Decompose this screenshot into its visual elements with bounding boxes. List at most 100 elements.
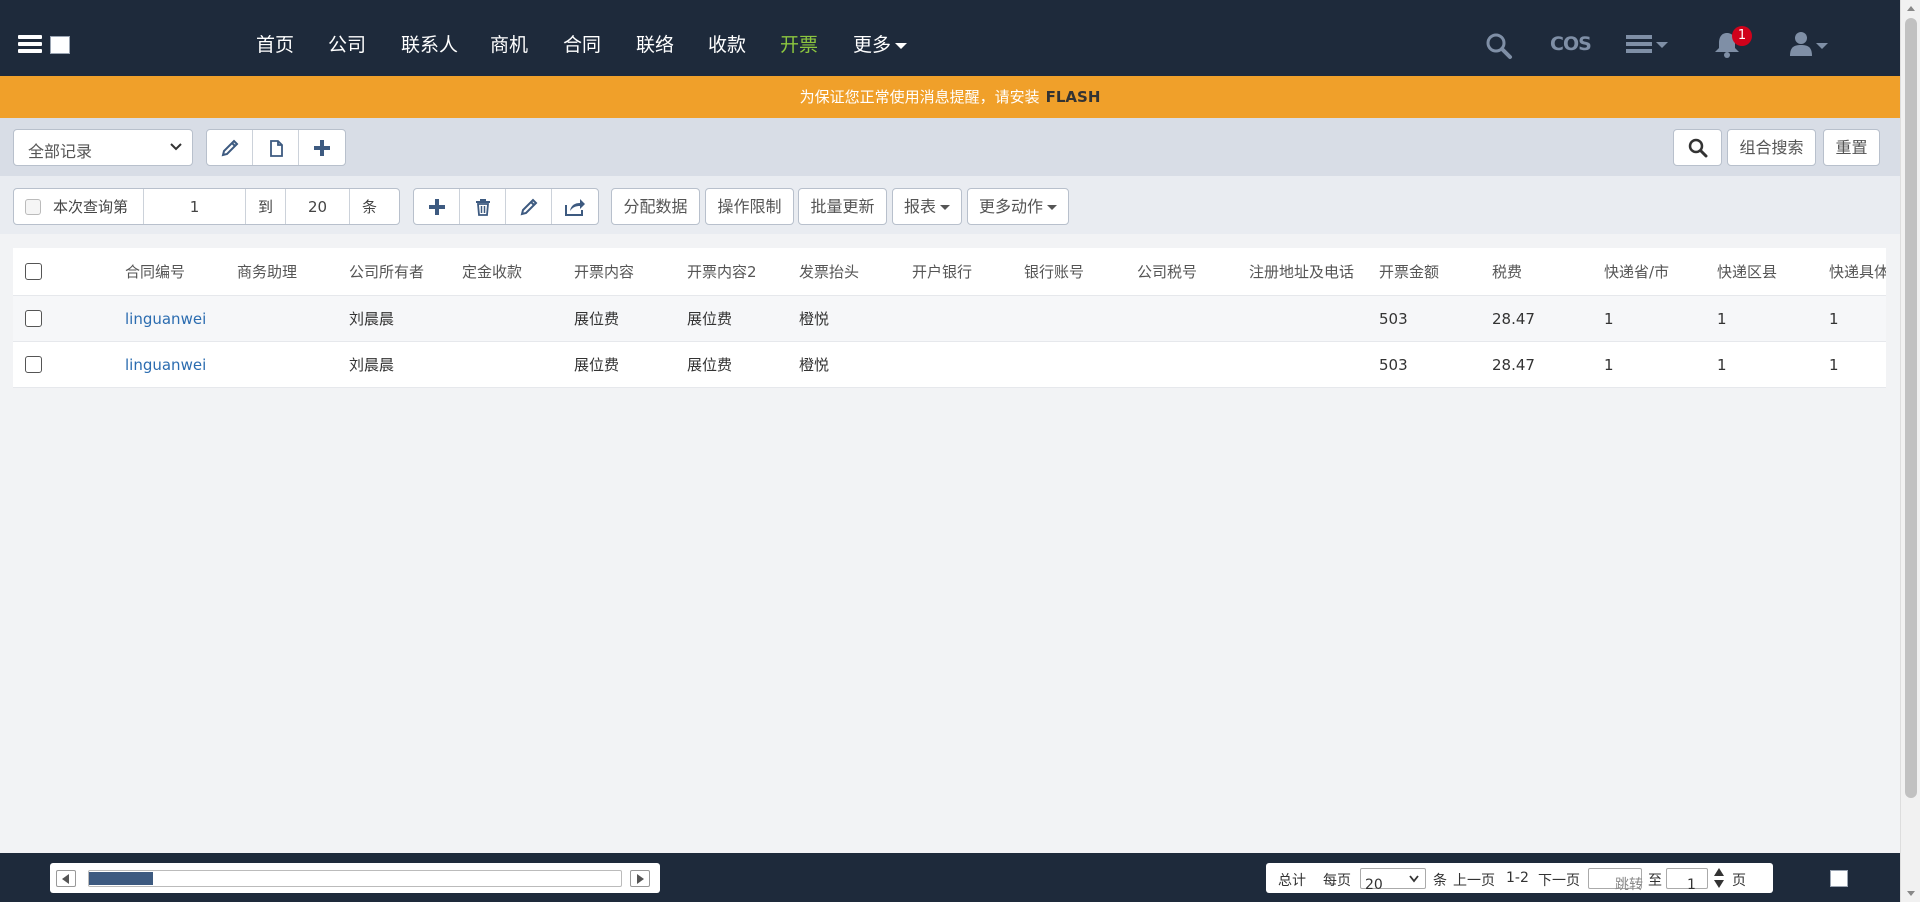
cos-button[interactable]: COS [1550,33,1592,55]
nav-home[interactable]: 首页 [256,30,294,57]
logo-image[interactable] [50,36,70,54]
row-checkbox[interactable] [25,310,42,327]
table-row[interactable]: linguanwei 刘晨晨 展位费 展位费 橙悦 503 28.47 1 1 … [13,342,1886,388]
share-icon [565,198,585,216]
flash-link[interactable]: FLASH [1046,88,1101,106]
row-checkbox-cell [25,342,42,387]
batch-update-button[interactable]: 批量更新 [798,188,887,225]
vertical-scroll-thumb[interactable] [1905,18,1917,798]
col-header[interactable]: 银行账号 [1024,248,1132,295]
col-header[interactable]: 快递省/市 [1604,248,1712,295]
nav-company[interactable]: 公司 [328,30,366,57]
list-menu-icon[interactable] [1626,34,1672,54]
more-actions-dropdown[interactable]: 更多动作 [967,188,1069,225]
per-page-value: 20 [1365,877,1383,893]
table-row[interactable]: linguanwei 刘晨晨 展位费 展位费 橙悦 503 28.47 1 1 … [13,296,1886,342]
scroll-right-button[interactable] [630,870,650,887]
contract-no-link[interactable]: linguanwei [125,296,233,341]
col-header[interactable]: 开票内容2 [687,248,795,295]
reset-button[interactable]: 重置 [1823,129,1880,166]
nav-opportunity[interactable]: 商机 [490,30,528,57]
arrow-right-icon [637,873,644,884]
nav-contacts[interactable]: 联系人 [401,30,458,57]
view-select[interactable]: 全部记录 [13,129,193,166]
select-all-checkbox[interactable] [25,263,42,280]
chevron-down-icon [940,205,950,210]
edit-record-button[interactable] [506,189,552,224]
table-cell: 1 [1829,355,1839,374]
operation-limit-button[interactable]: 操作限制 [705,188,794,225]
page-number-input[interactable]: 1 [1666,868,1708,893]
scroll-left-button[interactable] [56,870,76,887]
scroll-thumb[interactable] [89,872,153,885]
search-icon[interactable] [1485,32,1513,60]
table-header: 合同编号 商务助理 公司所有者 定金收款 开票内容 开票内容2 发票抬头 开户银… [13,248,1886,296]
scroll-up-icon[interactable] [1901,2,1920,16]
delete-record-button[interactable] [460,189,506,224]
row-checkbox[interactable] [25,356,42,373]
query-to-label: 到 [246,189,286,224]
combined-search-button[interactable]: 组合搜索 [1727,129,1816,166]
prev-page-link[interactable]: 上一页 [1453,870,1495,890]
user-menu-icon[interactable] [1790,31,1834,57]
nav-more-label: 更多 [853,34,892,56]
nav-contact-log[interactable]: 联络 [636,30,674,57]
scroll-track[interactable] [88,870,622,887]
query-range-label-cell: 本次查询第 [14,189,144,224]
query-checkbox[interactable] [25,198,41,215]
copy-view-button[interactable] [253,130,299,165]
col-header[interactable]: 注册地址及电话 [1249,248,1373,295]
footer-bar: 总计 每页 20 条 上一页 1-2 下一页 跳转 至 1 页 [0,853,1900,902]
row-checkbox-cell [25,296,42,341]
col-header[interactable]: 开户银行 [912,248,1020,295]
col-header[interactable]: 开票金额 [1379,248,1487,295]
nav-invoice[interactable]: 开票 [780,30,818,57]
jump-input[interactable]: 跳转 [1588,868,1643,893]
report-dropdown[interactable]: 报表 [892,188,962,225]
col-header[interactable]: 税费 [1492,248,1600,295]
assign-data-button[interactable]: 分配数据 [611,188,700,225]
per-page-select[interactable]: 20 [1360,868,1426,893]
col-header[interactable]: 开票内容 [574,248,682,295]
horizontal-scrollbar[interactable] [50,863,660,893]
vertical-scrollbar[interactable] [1900,0,1920,902]
more-actions-label: 更多动作 [978,197,1043,216]
next-page-link[interactable]: 下一页 [1538,870,1580,890]
pagination: 总计 每页 20 条 上一页 1-2 下一页 跳转 至 1 页 [1266,863,1773,893]
table-cell [1137,342,1245,387]
table-cell [237,296,345,341]
table-cell: 展位费 [574,310,620,328]
query-unit: 条 [362,198,378,216]
nav-contract[interactable]: 合同 [563,30,601,57]
query-from-input[interactable]: 1 [144,189,246,224]
add-view-button[interactable] [299,130,345,165]
notification-badge: 1 [1732,26,1752,46]
chevron-down-icon [170,143,182,151]
contract-no-link[interactable]: linguanwei [125,342,233,387]
search-button[interactable] [1673,129,1722,166]
col-header[interactable]: 发票抬头 [799,248,907,295]
plus-icon [428,198,445,215]
col-header[interactable]: 公司所有者 [349,248,457,295]
table-cell: 503 [1379,309,1408,328]
col-header[interactable]: 快递具体 [1829,248,1886,295]
col-header[interactable]: 商务助理 [237,248,345,295]
edit-view-button[interactable] [207,130,253,165]
scroll-down-icon[interactable] [1901,886,1920,900]
nav-payment[interactable]: 收款 [708,30,746,57]
add-record-button[interactable] [414,189,460,224]
table-cell: 1 [1717,309,1727,328]
col-header[interactable]: 快递区县 [1717,248,1825,295]
col-header[interactable]: 定金收款 [462,248,570,295]
page-stepper-icon[interactable] [1713,867,1725,889]
search-icon [1688,138,1707,158]
select-all-checkbox-cell [25,248,42,295]
menu-icon[interactable] [18,35,42,53]
query-to-input[interactable]: 20 [286,189,350,224]
total-label: 总计 [1278,873,1306,889]
col-header[interactable]: 合同编号 [125,248,233,295]
share-record-button[interactable] [552,189,598,224]
col-header[interactable]: 公司税号 [1137,248,1245,295]
table-cell: 刘晨晨 [349,356,395,374]
nav-more[interactable]: 更多 [853,30,908,57]
